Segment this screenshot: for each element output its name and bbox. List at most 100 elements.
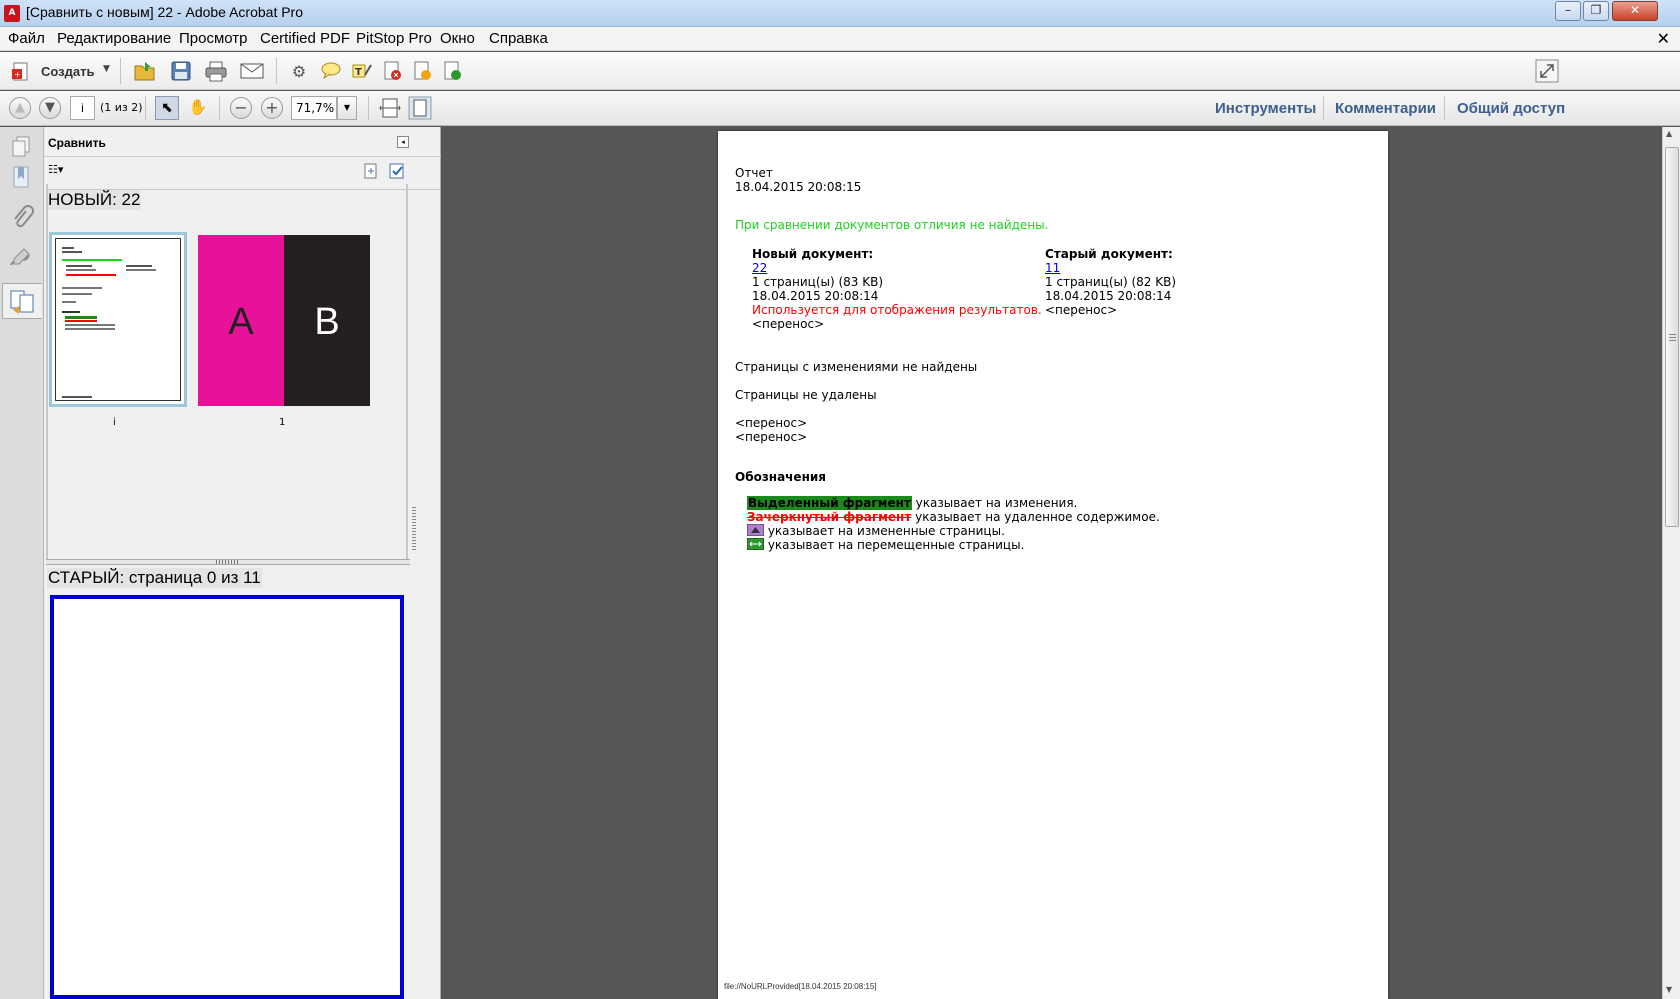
legend-row-highlighted: Выделенный фрагмент указывает на изменен… <box>747 496 1077 510</box>
wrap-text: <перенос> <box>735 430 808 444</box>
chevron-down-icon: ▼ <box>103 64 110 74</box>
main-toolbar: + Создать ▼ ⚙ T <box>0 52 1680 90</box>
old-document-date: 18.04.2015 20:08:14 <box>1045 289 1172 303</box>
legend-struck-sample: Зачеркнутый фрагмент <box>747 510 912 524</box>
panel-options-icon[interactable]: ☷▾ <box>48 163 72 181</box>
new-document-wrap: <перенос> <box>752 317 825 331</box>
select-tool-icon[interactable]: ⬉ <box>155 96 179 120</box>
menu-view[interactable]: Просмотр <box>179 30 248 47</box>
gear-icon[interactable]: ⚙ <box>287 61 311 83</box>
old-document-label: СТАРЫЙ: страница 0 из 11 <box>47 568 262 588</box>
pdf-page: Отчет 18.04.2015 20:08:15 При сравнении … <box>718 131 1388 999</box>
minimize-button[interactable]: – <box>1555 1 1581 21</box>
vertical-scrollbar[interactable]: ▲ ▼ <box>1662 127 1680 999</box>
panel-resize-grip[interactable] <box>412 507 416 551</box>
comments-pane-link[interactable]: Комментарии <box>1335 100 1436 117</box>
new-document-pages: 1 страниц(ы) (83 KB) <box>752 275 884 289</box>
zoom-in-icon[interactable]: + <box>261 97 283 119</box>
pitstop-green-icon[interactable] <box>442 60 464 82</box>
navigation-rail <box>0 127 44 999</box>
fullscreen-icon[interactable] <box>1535 59 1559 83</box>
legend-changed-pages-desc: указывает на измененные страницы. <box>767 524 1005 538</box>
next-page-icon[interactable]: ▼ <box>39 97 61 119</box>
hand-tool-icon[interactable]: ✋ <box>186 96 210 120</box>
compare-documents-icon <box>10 290 34 314</box>
compare-settings-icon[interactable] <box>388 162 408 180</box>
new-document-note: Используется для отображения результатов… <box>752 303 1042 317</box>
toolbar-divider <box>276 58 277 84</box>
report-heading: Отчет <box>735 166 773 180</box>
toolbar-divider <box>145 96 146 120</box>
legend-highlighted-sample: Выделенный фрагмент <box>747 496 912 510</box>
save-icon[interactable] <box>170 60 192 82</box>
bookmarks-icon[interactable] <box>10 165 34 191</box>
toolbar-divider <box>120 58 121 84</box>
page-thumbnail-ab[interactable]: A B <box>198 235 370 406</box>
legend-moved-pages-desc: указывает на перемещенные страницы. <box>767 538 1025 552</box>
zoom-out-icon[interactable]: − <box>230 97 252 119</box>
open-folder-icon[interactable] <box>133 60 157 82</box>
legend-highlighted-desc: указывает на изменения. <box>911 496 1078 510</box>
print-icon[interactable] <box>204 60 228 82</box>
signatures-icon[interactable] <box>8 245 34 271</box>
close-button[interactable]: ✕ <box>1612 1 1658 21</box>
menu-edit[interactable]: Редактирование <box>57 30 171 47</box>
attachments-icon[interactable] <box>10 205 34 231</box>
new-document-link[interactable]: 22 <box>752 261 767 275</box>
menu-window[interactable]: Окно <box>440 30 475 47</box>
menu-certified-pdf[interactable]: Certified PDF <box>260 30 350 47</box>
new-document-title: Новый документ: <box>752 247 874 261</box>
splitter-handle[interactable] <box>46 559 410 565</box>
menu-help[interactable]: Справка <box>489 30 548 47</box>
compare-panel: Сравнить ◂ ☷▾ НОВЫЙ: 22 i A B 1 СТАРЫЙ: … <box>44 127 441 999</box>
previous-page-icon[interactable]: ▲ <box>9 97 31 119</box>
fit-page-icon[interactable] <box>408 96 432 120</box>
create-button[interactable]: + Создать ▼ <box>11 60 111 84</box>
pitstop-red-icon[interactable] <box>382 60 404 82</box>
acrobat-app-icon: A <box>4 5 20 22</box>
highlight-icon[interactable]: T <box>351 61 373 81</box>
title-bar: A [Сравнить с новым] 22 - Adobe Acrobat … <box>0 0 1680 27</box>
legend-row-struck: Зачеркнутый фрагмент указывает на удален… <box>747 510 1160 524</box>
menu-pitstop-pro[interactable]: PitStop Pro <box>356 30 432 47</box>
toolbar-divider <box>1444 96 1445 120</box>
close-document-button[interactable]: ✕ <box>1657 29 1670 48</box>
old-document-page-preview[interactable] <box>50 595 404 999</box>
collapse-panel-icon[interactable]: ◂ <box>397 136 409 148</box>
thumbnail-page-preview <box>55 238 181 401</box>
page-count: (1 из 2) <box>100 101 143 114</box>
zoom-level-field[interactable]: 71,7% <box>291 96 337 120</box>
zoom-dropdown-icon[interactable]: ▼ <box>337 96 357 120</box>
svg-text:T: T <box>355 67 362 78</box>
new-document-date: 18.04.2015 20:08:14 <box>752 289 879 303</box>
pitstop-orange-icon[interactable] <box>412 60 434 82</box>
page-number-input[interactable] <box>70 96 95 120</box>
email-icon[interactable] <box>240 61 264 81</box>
fit-width-icon[interactable] <box>379 97 401 119</box>
thumbnail-letter-b: B <box>314 301 340 343</box>
legend-title: Обозначения <box>735 470 826 484</box>
scroll-down-icon[interactable]: ▼ <box>1666 985 1672 994</box>
old-document-pages: 1 страниц(ы) (82 KB) <box>1045 275 1177 289</box>
compare-panel-tab[interactable] <box>2 283 42 319</box>
legend-row-moved-pages: указывает на перемещенные страницы. <box>746 537 1025 552</box>
toolbar-divider <box>368 96 369 120</box>
page-options-icon[interactable] <box>362 162 380 180</box>
comment-icon[interactable] <box>320 61 342 81</box>
tools-pane-link[interactable]: Инструменты <box>1215 100 1316 117</box>
legend-struck-desc: указывает на удаленное содержимое. <box>911 510 1160 524</box>
toolbar-divider <box>1323 96 1324 120</box>
new-document-thumbnails: i A B 1 <box>49 215 437 585</box>
new-document-label: НОВЫЙ: 22 <box>47 190 142 210</box>
scroll-up-icon[interactable]: ▲ <box>1666 129 1672 138</box>
menu-file[interactable]: Файл <box>8 30 45 47</box>
scrollbar-thumb[interactable] <box>1665 147 1679 527</box>
panel-title: Сравнить <box>48 136 106 150</box>
create-pdf-icon: + <box>12 62 28 81</box>
page-thumbnails-icon[interactable] <box>10 135 34 159</box>
old-document-link[interactable]: 11 <box>1045 261 1060 275</box>
page-thumbnail-report[interactable] <box>49 232 187 407</box>
share-pane-link[interactable]: Общий доступ <box>1457 100 1565 117</box>
report-date: 18.04.2015 20:08:15 <box>735 180 862 194</box>
maximize-button[interactable]: ❐ <box>1583 1 1609 21</box>
